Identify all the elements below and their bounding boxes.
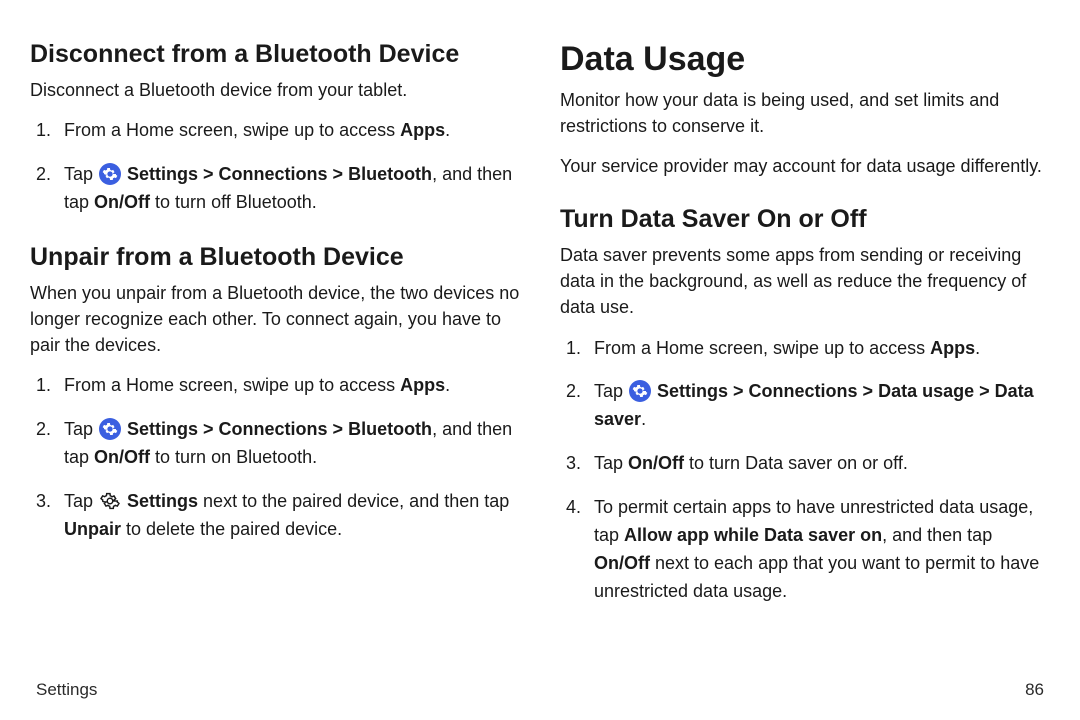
step: Tap Settings > Connections > Bluetooth, … <box>30 161 520 217</box>
para-data-saver: Data saver prevents some apps from sendi… <box>560 242 1050 320</box>
para-unpair: When you unpair from a Bluetooth device,… <box>30 280 520 358</box>
settings-bold: Settings <box>122 491 198 511</box>
step: Tap On/Off to turn Data saver on or off. <box>560 450 1050 478</box>
text: . <box>445 375 450 395</box>
step: To permit certain apps to have unrestric… <box>560 494 1050 606</box>
heading-data-usage: Data Usage <box>560 40 1050 79</box>
on-off: On/Off <box>94 192 150 212</box>
step: From a Home screen, swipe up to access A… <box>30 372 520 400</box>
footer-page-number: 86 <box>1025 680 1044 700</box>
allow-app-bold: Allow app while Data saver on <box>624 525 882 545</box>
text: . <box>641 409 646 429</box>
text: to turn off Bluetooth. <box>150 192 317 212</box>
settings-gear-icon <box>629 380 651 402</box>
text: . <box>445 120 450 140</box>
text: , and then tap <box>882 525 992 545</box>
settings-gear-icon <box>99 163 121 185</box>
apps-bold: Apps <box>400 375 445 395</box>
step: Tap Settings next to the paired device, … <box>30 488 520 544</box>
heading-unpair: Unpair from a Bluetooth Device <box>30 243 520 272</box>
text: to delete the paired device. <box>121 519 342 539</box>
left-column: Disconnect from a Bluetooth Device Disco… <box>30 40 520 672</box>
text: to turn Data saver on or off. <box>684 453 908 473</box>
text: Tap <box>594 381 628 401</box>
step: From a Home screen, swipe up to access A… <box>560 335 1050 363</box>
unpair-bold: Unpair <box>64 519 121 539</box>
apps-bold: Apps <box>400 120 445 140</box>
text: Tap <box>64 419 98 439</box>
text: From a Home screen, swipe up to access <box>594 338 930 358</box>
para-disconnect: Disconnect a Bluetooth device from your … <box>30 77 520 103</box>
text: Tap <box>594 453 628 473</box>
steps-unpair: From a Home screen, swipe up to access A… <box>30 372 520 543</box>
heading-disconnect: Disconnect from a Bluetooth Device <box>30 40 520 69</box>
page-footer: Settings 86 <box>30 672 1050 700</box>
on-off: On/Off <box>594 553 650 573</box>
text: Tap <box>64 164 98 184</box>
heading-data-saver: Turn Data Saver On or Off <box>560 205 1050 234</box>
steps-disconnect: From a Home screen, swipe up to access A… <box>30 117 520 217</box>
text: . <box>975 338 980 358</box>
text: Tap <box>64 491 98 511</box>
apps-bold: Apps <box>930 338 975 358</box>
step: Tap Settings > Connections > Data usage … <box>560 378 1050 434</box>
step: Tap Settings > Connections > Bluetooth, … <box>30 416 520 472</box>
text: From a Home screen, swipe up to access <box>64 375 400 395</box>
step: From a Home screen, swipe up to access A… <box>30 117 520 145</box>
para-data-usage-1: Monitor how your data is being used, and… <box>560 87 1050 139</box>
footer-section: Settings <box>36 680 1025 700</box>
para-data-usage-2: Your service provider may account for da… <box>560 153 1050 179</box>
nav-path: Settings > Connections > Bluetooth <box>122 419 432 439</box>
text: to turn on Bluetooth. <box>150 447 317 467</box>
on-off: On/Off <box>94 447 150 467</box>
steps-data-saver: From a Home screen, swipe up to access A… <box>560 335 1050 606</box>
nav-path: Settings > Connections > Bluetooth <box>122 164 432 184</box>
on-off: On/Off <box>628 453 684 473</box>
text: From a Home screen, swipe up to access <box>64 120 400 140</box>
text: next to each app that you want to permit… <box>594 553 1039 601</box>
nav-path: Settings > Connections > Data usage > Da… <box>594 381 1034 429</box>
right-column: Data Usage Monitor how your data is bein… <box>560 40 1050 672</box>
settings-gear-outline-icon <box>99 490 121 512</box>
settings-gear-icon <box>99 418 121 440</box>
text: next to the paired device, and then tap <box>198 491 509 511</box>
